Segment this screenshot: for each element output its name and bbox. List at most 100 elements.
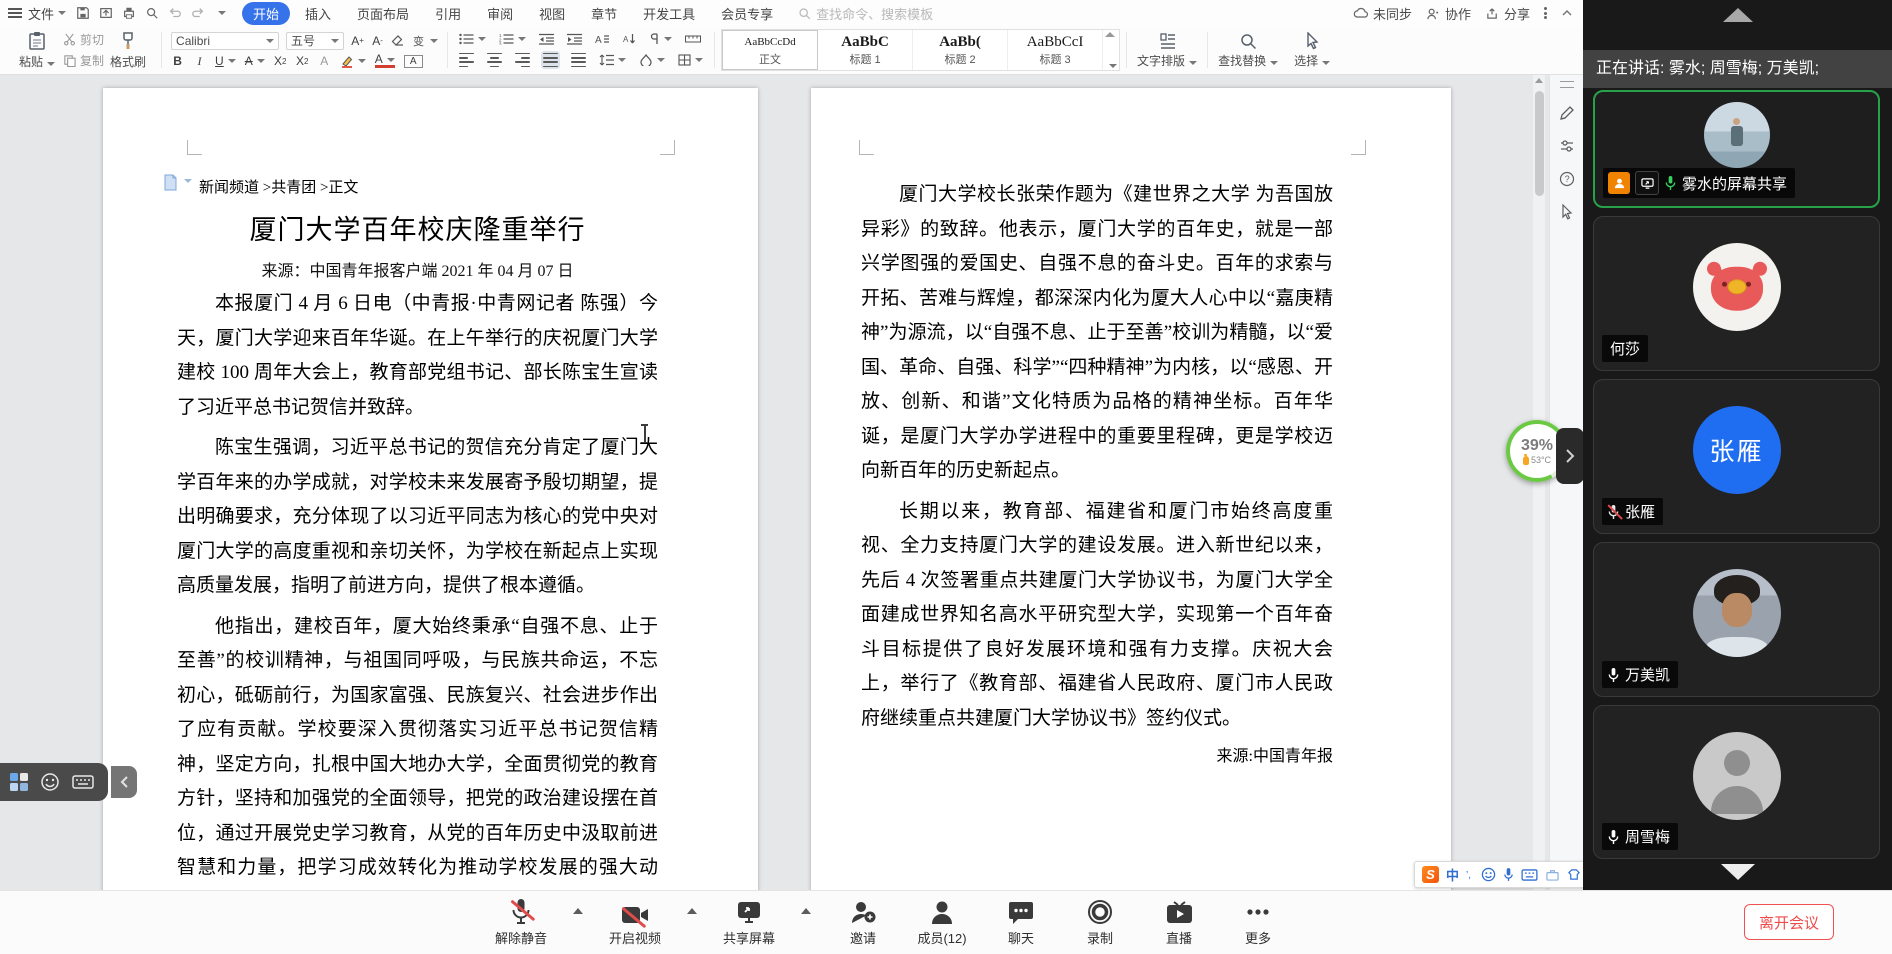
clear-format-button[interactable] bbox=[391, 34, 405, 47]
unmute-button[interactable]: 解除静音 bbox=[494, 898, 548, 947]
char-border-button[interactable]: A bbox=[403, 54, 423, 68]
video-options-caret[interactable] bbox=[687, 908, 697, 914]
emoji-icon[interactable] bbox=[40, 772, 60, 792]
rail-handle-icon[interactable] bbox=[1559, 81, 1574, 88]
sort-button[interactable]: A bbox=[621, 31, 638, 47]
sogou-logo-icon[interactable]: S bbox=[1422, 866, 1439, 883]
highlight-button[interactable] bbox=[340, 55, 366, 68]
style-normal[interactable]: AaBbCcDd 正文 bbox=[722, 30, 819, 70]
style-heading1[interactable]: AaBbC 标题 1 bbox=[818, 30, 914, 70]
edit-pen-icon[interactable] bbox=[1559, 105, 1575, 121]
ime-emoji-icon[interactable] bbox=[1481, 867, 1496, 882]
ruler-button[interactable] bbox=[683, 32, 703, 46]
align-right-button[interactable] bbox=[513, 51, 532, 70]
ime-toolbox-icon[interactable] bbox=[1545, 868, 1560, 881]
shading-button[interactable] bbox=[637, 52, 667, 68]
ime-punctuation-icon[interactable]: ’, bbox=[1466, 870, 1474, 880]
help-icon[interactable]: ? bbox=[1559, 171, 1575, 187]
underline-button[interactable]: U bbox=[215, 54, 236, 68]
print-icon[interactable] bbox=[122, 6, 136, 20]
scrollbar-thumb[interactable] bbox=[1534, 91, 1544, 196]
bold-button[interactable]: B bbox=[171, 54, 184, 68]
asian-layout-button[interactable]: A bbox=[593, 31, 612, 47]
mic-options-caret[interactable] bbox=[573, 908, 583, 914]
participants-scroll-down-icon[interactable] bbox=[1720, 864, 1755, 880]
more-options-icon[interactable] bbox=[1544, 6, 1547, 21]
chat-button[interactable]: 聊天 bbox=[994, 898, 1048, 947]
strikethrough-button[interactable]: A bbox=[245, 54, 265, 68]
line-spacing-button[interactable] bbox=[597, 52, 628, 68]
ime-keyboard-icon[interactable] bbox=[1521, 868, 1538, 881]
keyboard-icon[interactable] bbox=[72, 774, 94, 790]
record-button[interactable]: 录制 bbox=[1073, 898, 1127, 947]
adjust-sliders-icon[interactable] bbox=[1559, 138, 1575, 154]
styles-scroll[interactable] bbox=[1103, 30, 1119, 70]
quickbar-collapse-button[interactable] bbox=[111, 766, 137, 798]
font-size-select[interactable]: 五号 bbox=[286, 31, 345, 50]
select-button[interactable]: 选择 bbox=[1286, 29, 1338, 71]
tab-review[interactable]: 审阅 bbox=[476, 2, 524, 25]
italic-button[interactable]: I bbox=[193, 54, 206, 69]
increase-indent-button[interactable] bbox=[565, 31, 584, 47]
share-button[interactable]: 分享 bbox=[1485, 4, 1530, 23]
scroll-up-arrow-icon[interactable] bbox=[1535, 78, 1543, 83]
tab-section[interactable]: 章节 bbox=[580, 2, 628, 25]
tab-member[interactable]: 会员专享 bbox=[710, 2, 784, 25]
pointer-icon[interactable] bbox=[1560, 204, 1574, 220]
paste-caret-icon[interactable] bbox=[47, 61, 56, 66]
share-options-caret[interactable] bbox=[801, 908, 811, 914]
live-stream-button[interactable]: 直播 bbox=[1152, 898, 1206, 947]
participant-tile[interactable]: 何莎 bbox=[1593, 216, 1880, 371]
tab-home[interactable]: 开始 bbox=[242, 1, 291, 25]
decrease-indent-button[interactable] bbox=[537, 31, 556, 47]
align-center-button[interactable] bbox=[485, 51, 504, 70]
font-name-select[interactable]: Calibri bbox=[171, 31, 280, 50]
document-page-1[interactable]: 新闻频道 >共青团 >正文 厦门大学百年校庆隆重举行 来源：中国青年报客户端 2… bbox=[103, 88, 758, 890]
ime-skin-icon[interactable] bbox=[1567, 868, 1581, 881]
ime-mode-indicator[interactable]: 中 bbox=[1446, 865, 1459, 884]
style-heading3[interactable]: AaBbCcI 标题 3 bbox=[1008, 30, 1104, 70]
participant-tile-screen-share[interactable]: 雾水的屏幕共享 bbox=[1593, 90, 1880, 208]
participant-tile[interactable]: 张雁 张雁 bbox=[1593, 379, 1880, 534]
text-effects-button[interactable]: 变 bbox=[412, 34, 439, 47]
show-marks-button[interactable] bbox=[647, 31, 674, 47]
grow-font-button[interactable]: A + bbox=[351, 34, 364, 48]
align-justify-button[interactable] bbox=[541, 50, 561, 70]
quick-access-caret-icon[interactable] bbox=[218, 11, 227, 15]
align-left-button[interactable] bbox=[457, 51, 476, 70]
tab-view[interactable]: 视图 bbox=[528, 2, 576, 25]
distribute-button[interactable] bbox=[569, 51, 588, 70]
superscript-button[interactable]: X2 bbox=[274, 54, 287, 68]
ime-voice-icon[interactable] bbox=[1503, 867, 1514, 882]
participant-tile[interactable]: 万美凯 bbox=[1593, 542, 1880, 697]
collaborate-button[interactable]: 协作 bbox=[1426, 4, 1471, 23]
sidebar-collapse-handle[interactable] bbox=[1556, 428, 1584, 484]
apps-grid-icon[interactable] bbox=[10, 773, 28, 791]
hamburger-menu-icon[interactable] bbox=[8, 8, 22, 18]
comment-marker-icon[interactable] bbox=[163, 174, 192, 191]
file-menu-caret-icon[interactable] bbox=[58, 11, 67, 15]
format-painter-button[interactable]: 格式刷 bbox=[104, 31, 152, 70]
style-heading2[interactable]: AaBb( 标题 2 bbox=[913, 30, 1009, 70]
tab-insert[interactable]: 插入 bbox=[294, 2, 342, 25]
leave-meeting-button[interactable]: 离开会议 bbox=[1744, 904, 1834, 940]
redo-icon[interactable] bbox=[191, 6, 205, 20]
share-screen-button[interactable]: 共享屏幕 bbox=[722, 898, 776, 947]
command-search[interactable]: 查找命令、搜索模板 bbox=[798, 4, 933, 23]
participant-tile[interactable]: 周雪梅 bbox=[1593, 705, 1880, 859]
borders-button[interactable] bbox=[676, 52, 705, 68]
tab-developer[interactable]: 开发工具 bbox=[632, 2, 706, 25]
cut-button[interactable]: 剪切 bbox=[63, 31, 104, 48]
start-video-button[interactable]: 开启视频 bbox=[608, 898, 662, 947]
text-layout-button[interactable]: 文字排版 bbox=[1129, 29, 1205, 71]
file-menu[interactable]: 文件 bbox=[28, 4, 54, 23]
preview-icon[interactable] bbox=[145, 6, 159, 20]
members-button[interactable]: 成员(12) bbox=[915, 898, 969, 947]
participants-scroll-up-icon[interactable] bbox=[1722, 8, 1753, 22]
font-color-button[interactable]: A bbox=[374, 53, 395, 68]
tab-references[interactable]: 引用 bbox=[424, 2, 472, 25]
collapse-ribbon-icon[interactable] bbox=[1561, 9, 1573, 17]
subscript-button[interactable]: X2 bbox=[296, 54, 309, 68]
document-page-2[interactable]: 厦门大学校长张荣作题为《建世界之大学 为吾国放异彩》的致辞。他表示，厦门大学的百… bbox=[811, 88, 1451, 890]
paste-button[interactable]: 粘贴 bbox=[13, 31, 61, 70]
